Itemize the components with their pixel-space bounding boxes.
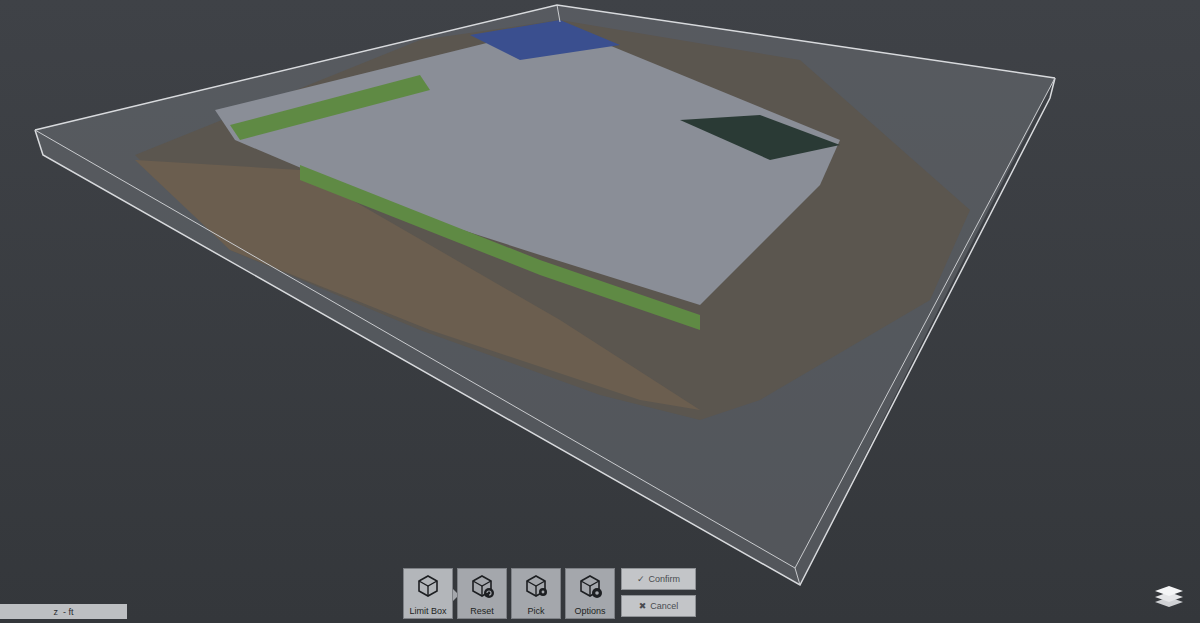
tool-button[interactable]: Pick [511,568,561,619]
limit-box-icon [415,573,441,599]
pick-icon [523,573,549,599]
tool-label: Pick [527,606,544,616]
cancel-button[interactable]: ✖Cancel [621,595,696,617]
viewport[interactable]: Limit Box Reset Pick Options ✓ Confirm ✖Cancel… [0,0,1200,623]
action-label: Confirm [649,574,681,584]
reset-icon [469,573,495,599]
tool-button[interactable]: Reset [457,568,507,619]
confirm-button[interactable]: ✓ Confirm [621,568,696,590]
tool-button[interactable]: Limit Box [403,568,453,619]
coordinate-field: z - ft [0,604,127,619]
layers-icon[interactable] [1153,583,1185,609]
point-cloud-scene[interactable] [0,0,1200,623]
toolbar: Limit Box Reset Pick Options ✓ Confirm ✖Cancel [403,568,696,619]
tool-button[interactable]: Options [565,568,615,619]
action-group: ✓ Confirm ✖Cancel [621,568,696,617]
cross-icon: ✖ [639,601,647,611]
tool-label: Reset [470,606,494,616]
tool-label: Limit Box [409,606,446,616]
check-icon: ✓ [637,574,645,584]
action-label: Cancel [650,601,678,611]
tool-label: Options [574,606,605,616]
options-icon [577,573,603,599]
